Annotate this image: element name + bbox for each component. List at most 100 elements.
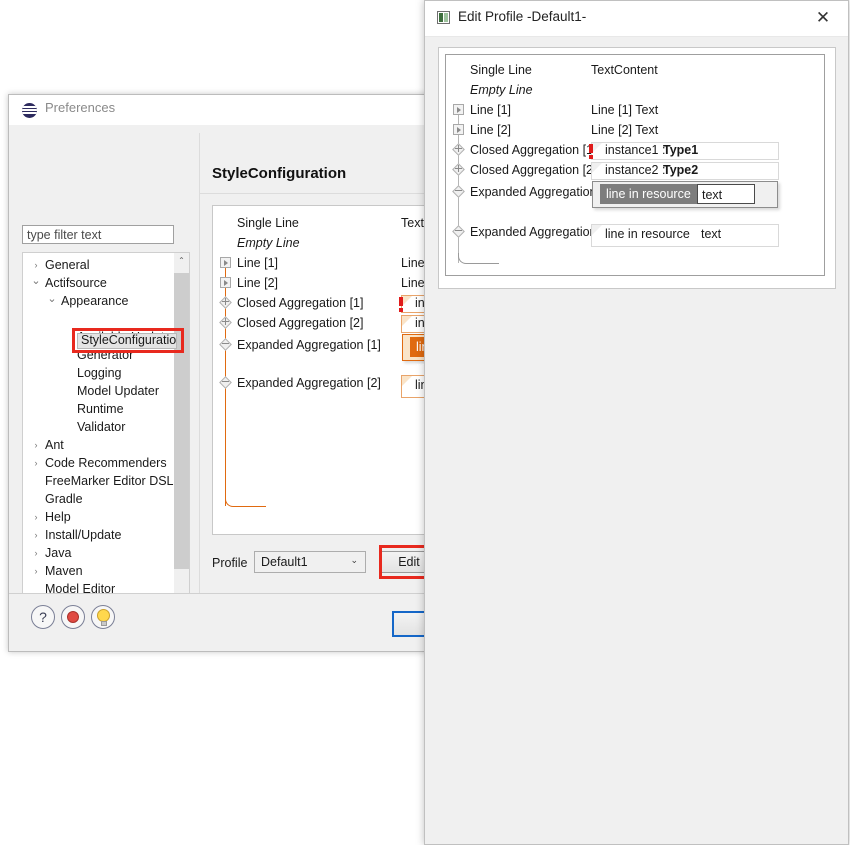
preview-row-label: Single Line: [237, 214, 299, 233]
profile-label: Profile: [212, 556, 247, 570]
expanded-aggregation-icon[interactable]: [219, 338, 232, 351]
error-marker-icon: [399, 297, 403, 306]
preview-row-label: Line [2]: [237, 274, 278, 293]
collapsed-aggregation-icon[interactable]: [452, 143, 465, 156]
collapsed-aggregation-icon[interactable]: [219, 296, 232, 309]
preview-row-label: Expanded Aggregation [2]: [237, 374, 381, 393]
preview-row-label: Line [1]: [470, 101, 511, 120]
chevron-icon[interactable]: ›: [31, 544, 41, 562]
preferences-body: type filter text ›General⌄Actifsource⌄Ap…: [9, 125, 434, 651]
sidebar-item-label: Code Recommenders: [45, 454, 167, 472]
sidebar-item-styleconfiguration[interactable]: StyleConfiguration: [23, 310, 173, 328]
chevron-icon[interactable]: ›: [31, 508, 41, 526]
preview-row-label: Empty Line: [237, 234, 300, 253]
help-icon-glyph: ?: [32, 606, 54, 628]
profile-value: Default1: [261, 555, 308, 569]
tree-scroll-up-button[interactable]: ⌃: [174, 253, 189, 269]
content-divider: [200, 193, 434, 194]
sidebar-item-runtime[interactable]: Runtime: [23, 400, 173, 418]
sidebar-item-java[interactable]: ›Java: [23, 544, 173, 562]
sidebar-item-label: Ant: [45, 436, 64, 454]
sidebar-item-model-updater[interactable]: Model Updater: [23, 382, 173, 400]
sidebar-item-label: FreeMarker Editor DSL: [45, 472, 174, 490]
preferences-content-pane: StyleConfiguration Single LineTextConten…: [199, 133, 434, 593]
error-marker-dot: [589, 155, 593, 159]
sidebar-item-general[interactable]: ›General: [23, 256, 173, 274]
expand-square-icon[interactable]: [220, 257, 231, 268]
preview-selected-tag: line in resource: [600, 184, 697, 204]
record-icon[interactable]: [61, 605, 85, 629]
sidebar-item-install-update[interactable]: ›Install/Update: [23, 526, 173, 544]
sidebar-item-gradle[interactable]: Gradle: [23, 490, 173, 508]
expanded-aggregation-icon[interactable]: [452, 225, 465, 238]
preferences-app-icon: [22, 103, 37, 118]
help-icon[interactable]: ?: [31, 605, 55, 629]
error-marker-icon: [589, 144, 593, 153]
error-marker-dot: [399, 308, 403, 312]
sidebar-item-code-recommenders[interactable]: ›Code Recommenders: [23, 454, 173, 472]
sidebar-item-validator[interactable]: Validator: [23, 418, 173, 436]
edit-preview-frame: Single LineTextContentEmpty LineLine [1]…: [438, 47, 836, 289]
preview-row-value2: text: [701, 225, 721, 244]
tree-connector-elbow: [458, 253, 499, 264]
preview-row-label: Closed Aggregation [2]: [470, 161, 596, 180]
preview-row-value: TextContent: [591, 61, 658, 80]
close-icon[interactable]: ✕: [808, 6, 838, 30]
sidebar-item-logging[interactable]: Logging: [23, 364, 173, 382]
edit-profile-window: Edit Profile -Default1- ✕ Single LineTex…: [424, 0, 849, 845]
collapsed-aggregation-icon[interactable]: [219, 316, 232, 329]
filter-input[interactable]: type filter text: [22, 225, 174, 244]
edit-profile-titlebar: Edit Profile -Default1- ✕: [425, 1, 848, 37]
sidebar-item-help[interactable]: ›Help: [23, 508, 173, 526]
chevron-icon[interactable]: ›: [31, 436, 41, 454]
sidebar-item-appearance[interactable]: ⌄Appearance: [23, 292, 173, 310]
preferences-window: Preferences type filter text ›General⌄Ac…: [8, 94, 435, 652]
sidebar-item-ant[interactable]: ›Ant: [23, 436, 173, 454]
tree-scrollbar-thumb[interactable]: [174, 273, 189, 569]
sidebar-item-label: Gradle: [45, 490, 83, 508]
preview-instance-label: instance2 :: [605, 161, 665, 180]
chevron-icon[interactable]: ›: [31, 454, 41, 472]
expanded-aggregation-icon[interactable]: [452, 185, 465, 198]
expanded-aggregation-icon[interactable]: [219, 376, 232, 389]
style-preview-canvas[interactable]: Single LineTextContentEmpty LineLine [1]…: [212, 205, 435, 535]
preview-type-label: Type2: [663, 161, 698, 180]
expand-square-icon[interactable]: [453, 124, 464, 135]
sidebar-item-label: Runtime: [77, 400, 124, 418]
sidebar-item-actifsource[interactable]: ⌄Actifsource: [23, 274, 173, 292]
preview-row-value: line in resource: [605, 225, 690, 244]
profile-select[interactable]: Default1 ⌄: [254, 551, 366, 573]
expand-square-icon[interactable]: [220, 277, 231, 288]
expand-square-icon[interactable]: [453, 104, 464, 115]
preview-row-label: Closed Aggregation [1]: [470, 141, 596, 160]
preview-selected-field[interactable]: text: [697, 184, 755, 204]
edit-preview-canvas[interactable]: Single LineTextContentEmpty LineLine [1]…: [445, 54, 825, 276]
sidebar-item-freemarker-editor-dsl[interactable]: FreeMarker Editor DSL: [23, 472, 173, 490]
chevron-icon[interactable]: ⌄: [31, 272, 41, 290]
preview-row-label: Empty Line: [470, 81, 533, 100]
preferences-title: Preferences: [45, 100, 115, 115]
chevron-down-icon: ⌄: [350, 555, 358, 566]
preview-type-label: Type1: [663, 141, 698, 160]
preview-row-label: Line [2]: [470, 121, 511, 140]
preview-row-value: Line [1] Text: [591, 101, 658, 120]
chevron-icon[interactable]: ›: [31, 526, 41, 544]
preferences-tree[interactable]: ›General⌄Actifsource⌄AppearanceStyleConf…: [22, 252, 190, 652]
sidebar-item-label: Install/Update: [45, 526, 121, 544]
preferences-footer: ?: [9, 593, 434, 651]
sidebar-item-label: Validator: [77, 418, 125, 436]
styleconfiguration-highlight-box: [72, 328, 184, 353]
edit-profile-title: Edit Profile -Default1-: [458, 9, 586, 24]
chevron-icon[interactable]: ›: [31, 562, 41, 580]
filter-placeholder: type filter text: [27, 228, 101, 242]
preview-row-label: Closed Aggregation [2]: [237, 314, 363, 333]
collapsed-aggregation-icon[interactable]: [452, 163, 465, 176]
sidebar-item-maven[interactable]: ›Maven: [23, 562, 173, 580]
chevron-icon[interactable]: ⌄: [47, 290, 57, 308]
lightbulb-icon[interactable]: [91, 605, 115, 629]
sidebar-item-label: Maven: [45, 562, 83, 580]
edit-profile-app-icon: [437, 11, 450, 24]
sidebar-item-label: Help: [45, 508, 71, 526]
sidebar-item-label: Model Updater: [77, 382, 159, 400]
preview-instance-label: instance1 :: [605, 141, 665, 160]
